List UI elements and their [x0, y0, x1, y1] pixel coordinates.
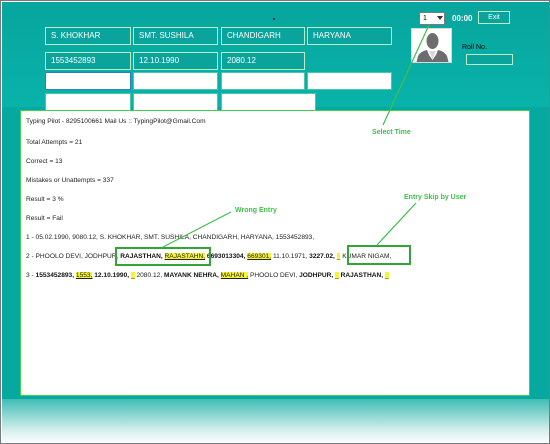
line2-correct-mobile: 6693013304,: [206, 253, 246, 260]
line3-wrong-mobile: 1553,: [75, 272, 93, 279]
entry-input-7[interactable]: [221, 93, 316, 111]
result-panel: Typing Pilot - 8295100661 Mail Us :: Typ…: [20, 110, 530, 396]
line3-state: RAJASTHAN,: [340, 272, 384, 279]
correct-count: Correct = 13: [26, 158, 63, 165]
entry-input-2[interactable]: [133, 72, 218, 90]
line3-city: JODHPUR,: [299, 272, 334, 279]
header-line: Typing Pilot - 8295100661 Mail Us :: Typ…: [26, 118, 206, 125]
line3-wrong-name: MAHAN ,: [220, 272, 249, 279]
exit-button[interactable]: Exit: [478, 11, 510, 24]
entry-skip-annotation: Entry Skip by User: [404, 194, 467, 201]
avatar: [411, 28, 452, 63]
chevron-down-icon: [437, 16, 443, 20]
entry-skip-highlight-box: [347, 245, 411, 265]
total-attempts: Total Attempts = 21: [26, 139, 83, 146]
footer-background: [2, 399, 549, 443]
line3-amount: 2080.12,: [136, 272, 163, 279]
time-select-value: 1: [423, 15, 427, 22]
entry-input-4[interactable]: [307, 72, 392, 90]
line3-prefix: 3 -: [26, 272, 34, 279]
line3-skip-marker-3: _: [384, 272, 389, 279]
roll-no-label: Roll No.: [462, 44, 487, 51]
mistakes-count: Mistakes or Unattempts = 337: [26, 177, 114, 184]
line2-prefix: 2 - PHOOLO DEVI, JODHPUR,: [26, 253, 119, 260]
separator-dot: [273, 18, 275, 20]
result-line-3: 3 - 1553452893, 1553, 12.10.1990, _ 2080…: [26, 272, 389, 279]
reference-field-city: CHANDIGARH: [221, 27, 305, 45]
line3-skip-marker-2: _: [335, 272, 339, 279]
reference-field-dob: 12.10.1990: [133, 52, 218, 70]
result-percent: Result = 3 %: [26, 196, 64, 203]
reference-field-parent: SMT. SUSHILA: [133, 27, 218, 45]
line3-skip-marker-1: _: [130, 272, 135, 279]
line3-correct-name: MAYANK NEHRA,: [163, 272, 219, 279]
entry-input-6[interactable]: [133, 93, 218, 111]
entry-input-3[interactable]: [221, 72, 305, 90]
line2-dob: 11.10.1971,: [272, 253, 308, 260]
result-status: Result = Fail: [26, 215, 63, 222]
line2-wrong-mobile: 669301,: [247, 253, 272, 260]
line3-correct-dob: 12.10.1990,: [94, 272, 130, 279]
roll-no-field[interactable]: [466, 54, 513, 65]
reference-field-amount: 2080.12: [221, 52, 305, 70]
reference-field-name: S. KHOKHAR: [45, 27, 131, 45]
user-silhouette-icon: [412, 29, 451, 62]
line3-parent: PHOOLO DEVI,: [250, 272, 298, 279]
reference-field-state: HARYANA: [307, 27, 392, 45]
result-line-1: 1 - 05.02.1990, 9080.12, S. KHOKHAR, SMT…: [26, 234, 315, 241]
timer-display: 00:00: [452, 14, 473, 23]
line2-skip-marker: _: [336, 253, 341, 260]
select-time-annotation: Select Time: [372, 129, 411, 136]
wrong-entry-annotation: Wrong Entry: [235, 207, 277, 214]
entry-input-1[interactable]: [45, 72, 131, 90]
line2-amount: 3227.02,: [309, 253, 335, 260]
line3-correct-mobile: 1553452893,: [35, 272, 75, 279]
typing-test-window: S. KHOKHAR SMT. SUSHILA CHANDIGARH HARYA…: [0, 0, 550, 444]
wrong-entry-highlight-box: [115, 247, 211, 266]
entry-input-5[interactable]: [45, 93, 131, 111]
reference-field-mobile: 1553452893: [45, 52, 131, 70]
time-select[interactable]: 1: [419, 12, 445, 25]
